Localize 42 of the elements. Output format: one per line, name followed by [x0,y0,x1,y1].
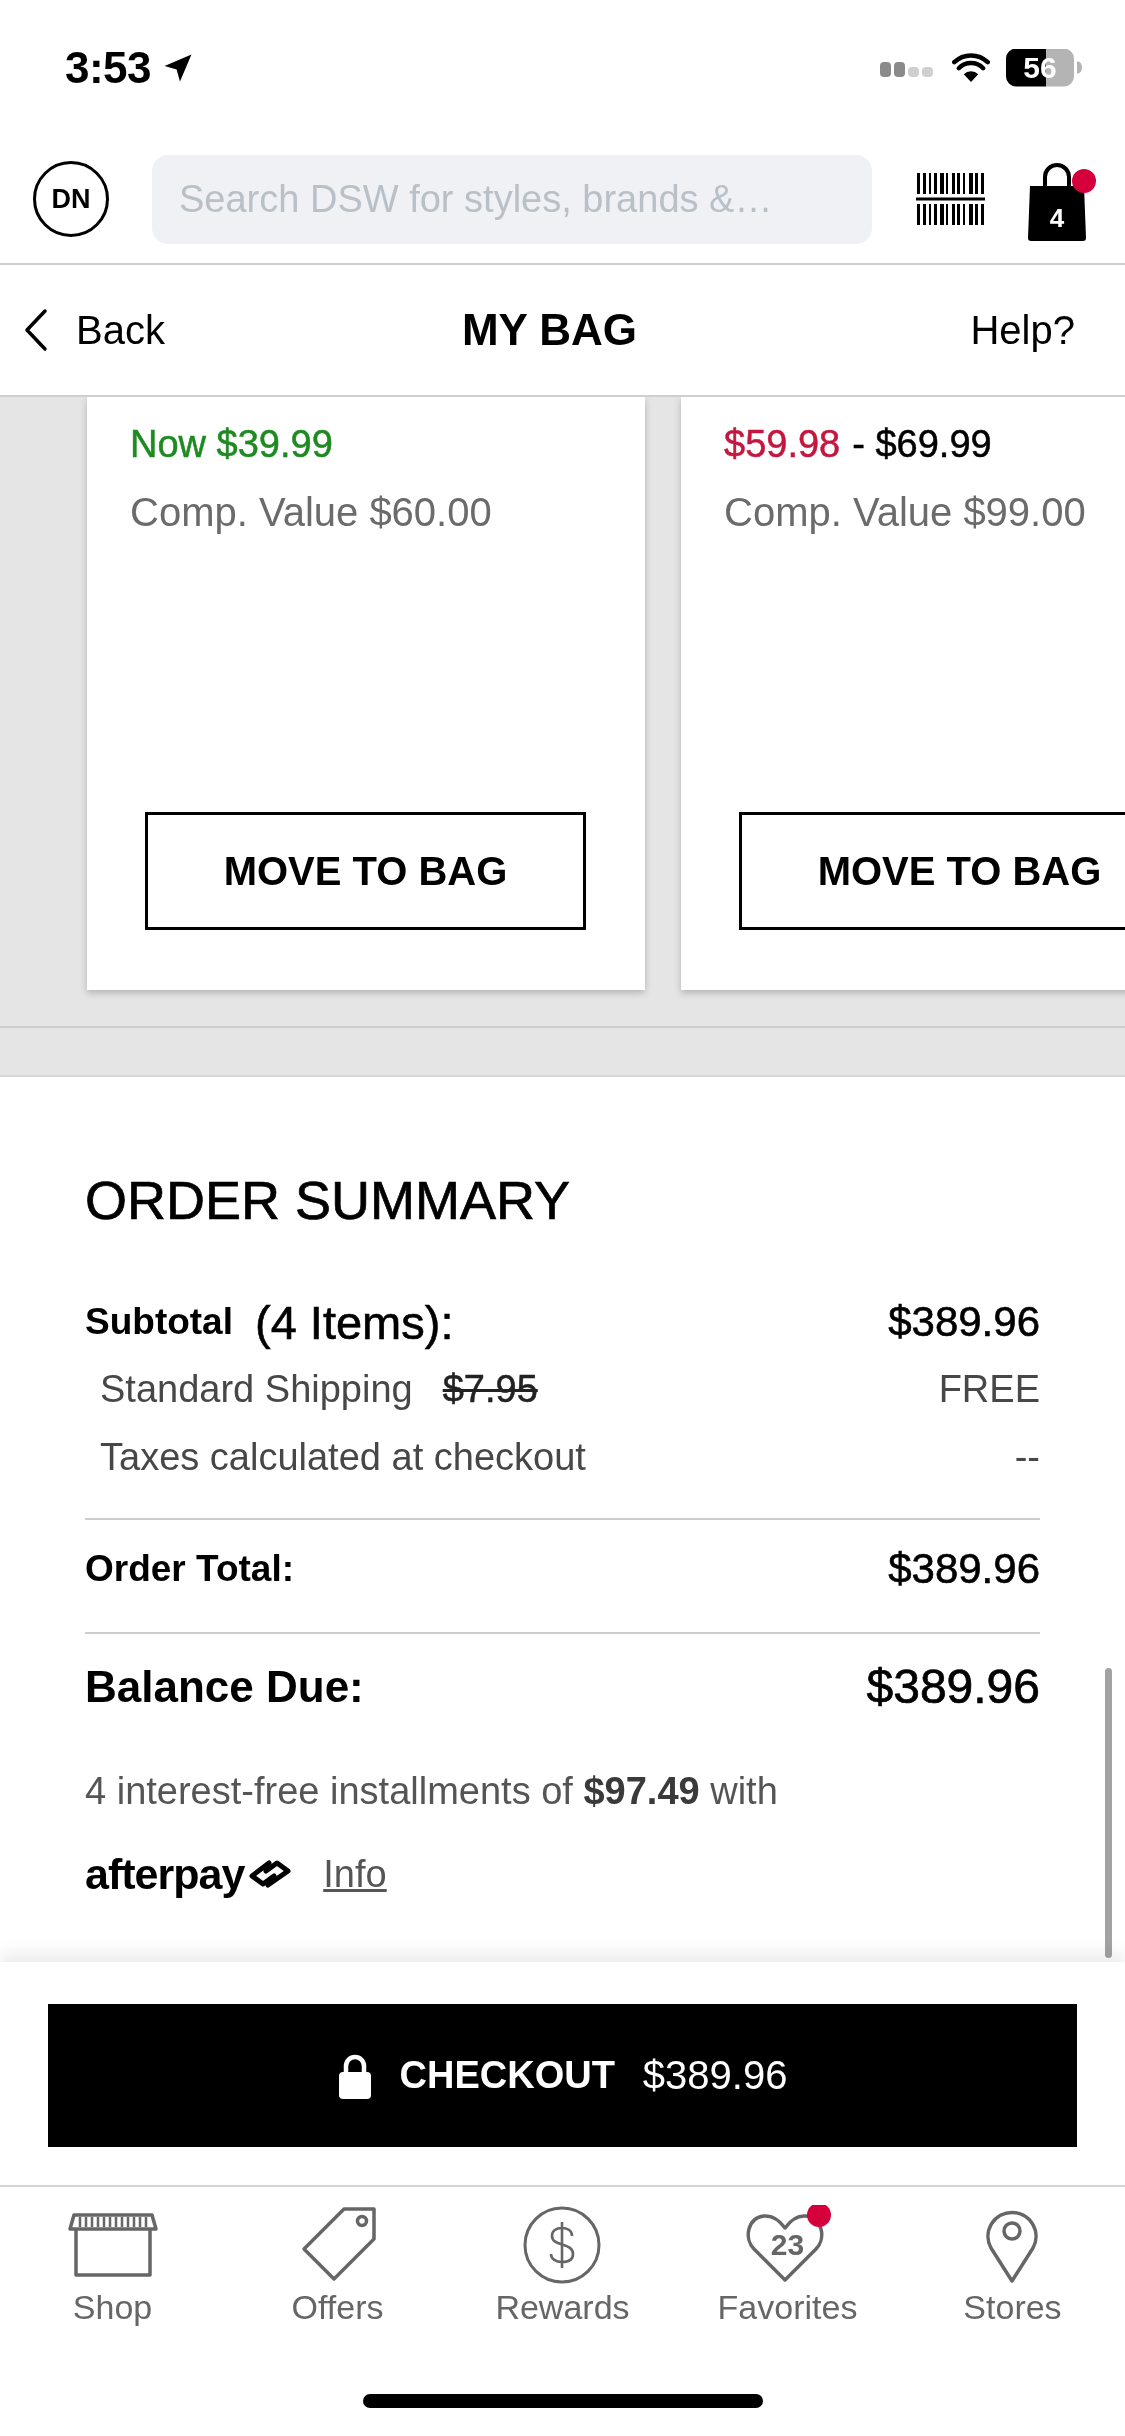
charge-label: Standard Shipping [100,1367,413,1411]
charge-amount: FREE [938,1367,1040,1411]
lock-icon [337,2052,372,2099]
storefront-icon [66,2212,159,2278]
info-link[interactable]: Info [323,1852,387,1896]
comp-value-text: Comp. Value $60.00 [130,489,492,536]
subtotal-label: Subtotal [85,1301,233,1343]
tab-bar-item[interactable]: Offers [291,2199,384,2327]
charge-amount: -- [1014,1435,1040,1479]
struck-price: $7.95 [442,1367,538,1411]
logo-wordmark: afterpay [85,1849,245,1899]
page-title: MY BAG [461,305,638,355]
now-price: Now $39.99 [130,422,333,467]
status-time: 3:53 [65,42,152,93]
move-to-bag-button[interactable]: MOVE TO BAG [739,812,1125,930]
back-button[interactable]: Back [24,307,165,353]
wifi-icon [952,52,990,83]
order-total-label: Order Total: [85,1547,294,1591]
tab-bar-item[interactable]: Rewards [495,2199,630,2327]
sale-price: $59.98 [724,422,841,467]
installments-text: 4 interest-free installments of $97.49 with [85,1769,778,1814]
checkout-button[interactable]: CHECKOUT $389.96 [48,2004,1077,2147]
balance-due-amount: $389.96 [866,1662,1040,1712]
regular-price: - $69.99 [852,422,992,467]
profile-avatar[interactable]: DN [33,161,109,237]
balance-due-label: Balance Due: [85,1662,364,1712]
tab-bar-item[interactable]: Shop [66,2199,159,2327]
dollar-coin-icon [522,2205,603,2285]
help-link[interactable]: Help? [970,307,1075,353]
comp-value-text: Comp. Value $99.00 [724,489,1086,536]
move-to-bag-button[interactable]: MOVE TO BAG [145,812,586,930]
charge-label: Taxes calculated at checkout [100,1435,586,1479]
subtotal-amount: $389.96 [888,1298,1040,1346]
order-total-amount: $389.96 [888,1544,1040,1594]
barcode-icon[interactable] [916,173,985,225]
tab-bar-item[interactable]: Stores [963,2199,1062,2327]
order-summary-title: ORDER SUMMARY [85,1169,571,1232]
item-count-text: (4 Items): [255,1294,454,1350]
chevron-left-icon [24,308,48,352]
bag-count: 4 [1048,202,1066,235]
tab-bar-item[interactable]: 23 Favorites [717,2199,858,2327]
badge-count: 23 [769,2227,806,2263]
